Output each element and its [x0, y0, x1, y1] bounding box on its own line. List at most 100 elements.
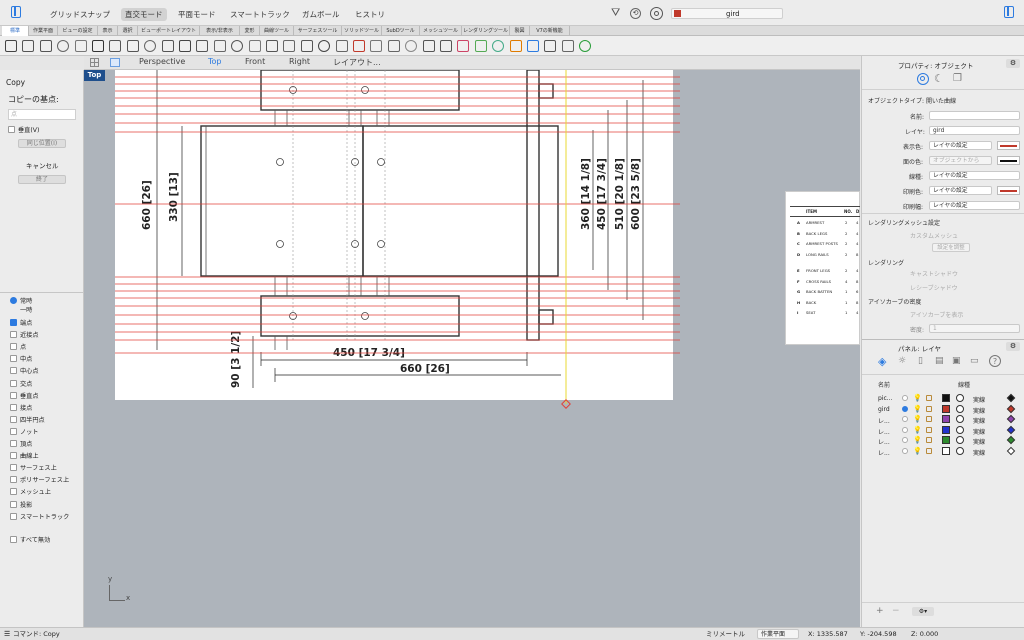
toolbar-tab[interactable]: 製図	[510, 26, 530, 36]
sun-icon[interactable]	[405, 40, 418, 52]
zoom-selected-icon[interactable]	[248, 40, 261, 52]
add-layer-button[interactable]: +	[876, 606, 884, 616]
toolbar-tab[interactable]: 作業平面	[29, 26, 58, 36]
viewport-tab[interactable]: Front	[245, 57, 265, 66]
print-color-diamond-icon[interactable]	[1006, 393, 1016, 403]
display-color-select[interactable]: レイヤの設定	[929, 141, 992, 150]
import-icon[interactable]	[74, 40, 87, 52]
osnap-option[interactable]: 近接点	[10, 331, 39, 340]
notes-tab-icon[interactable]: ▤	[935, 356, 944, 366]
visibility-bulb-icon[interactable]: 💡	[913, 394, 922, 402]
select-icon[interactable]	[300, 40, 313, 52]
current-layer-radio[interactable]	[902, 437, 908, 443]
print-color-diamond-icon[interactable]	[1006, 414, 1016, 424]
material-circle-icon[interactable]	[956, 425, 964, 434]
layer-linetype[interactable]: 実線	[973, 406, 985, 415]
zoom-window-icon[interactable]	[213, 40, 226, 52]
display-color-swatch[interactable]	[997, 141, 1020, 150]
zoom-extents-icon[interactable]	[231, 40, 244, 52]
grasshopper-icon[interactable]	[579, 40, 592, 52]
osnap-option[interactable]: 頂点	[10, 440, 32, 449]
display-tab-icon[interactable]: ▭	[970, 356, 979, 366]
osnap-option[interactable]: ポリサーフェス上	[10, 476, 69, 485]
hide-icon[interactable]	[370, 40, 383, 52]
osnap-checkbox[interactable]	[10, 440, 17, 447]
osnap-option[interactable]: 投影	[10, 500, 32, 510]
topbar-toggle-button[interactable]: グリッドスナップ	[46, 8, 114, 21]
osnap-checkbox[interactable]	[10, 512, 17, 520]
vertical-checkbox[interactable]	[8, 126, 15, 133]
osnap-option[interactable]: 点	[10, 343, 26, 352]
undo-view-icon[interactable]: ⟲	[630, 8, 641, 19]
toolbar-tab[interactable]: 選択	[118, 26, 138, 36]
vertical-option[interactable]: 垂直(V)	[8, 126, 39, 135]
material-icon[interactable]: ☾	[934, 73, 944, 85]
layer-color-swatch[interactable]	[942, 404, 950, 413]
layer-linetype[interactable]: 実線	[973, 416, 985, 425]
command-input[interactable]: 点	[8, 109, 76, 120]
layer-select[interactable]: gird	[929, 126, 1020, 135]
pan-icon[interactable]	[161, 40, 174, 52]
car-icon[interactable]	[353, 40, 365, 52]
material-icon[interactable]	[492, 40, 505, 52]
osnap-option[interactable]: ノット	[10, 427, 38, 437]
viewport-tab[interactable]: Top	[208, 57, 222, 66]
toolbar-tab[interactable]: ビューポートレイアウト	[138, 26, 200, 36]
osnap-option[interactable]: 曲線上	[10, 452, 39, 461]
topbar-toggle-button[interactable]: スマートトラック	[226, 8, 294, 21]
osnap-checkbox[interactable]	[10, 319, 17, 326]
layer-linetype[interactable]: 実線	[973, 437, 985, 446]
osnap-option[interactable]: メッシュ上	[10, 488, 51, 497]
lock-icon[interactable]	[926, 416, 932, 422]
material-circle-icon[interactable]	[956, 436, 964, 444]
topbar-toggle-button[interactable]: 直交モード	[121, 8, 167, 21]
viewport-tab[interactable]: レイアウト...	[333, 57, 381, 68]
visibility-bulb-icon[interactable]: 💡	[913, 405, 922, 413]
layer-linetype[interactable]: 実線	[973, 448, 985, 457]
osnap-option[interactable]: 中心点	[10, 367, 39, 376]
osnap-checkbox[interactable]	[10, 415, 17, 423]
help-icon[interactable]: ?	[989, 355, 1001, 367]
open-file-icon[interactable]	[22, 40, 35, 52]
receive-shadows-option[interactable]: レシーブシャドウ	[910, 283, 958, 292]
rotate-view-icon[interactable]	[179, 40, 191, 52]
linetype-select[interactable]: レイヤの設定	[929, 171, 1020, 180]
print-width-select[interactable]: レイヤの設定	[929, 201, 1020, 210]
current-layer-radio[interactable]	[902, 405, 908, 412]
topbar-toggle-button[interactable]: ヒストリ	[351, 8, 389, 21]
face-color-select[interactable]: オブジェクトから	[929, 156, 992, 165]
toolbar-tab[interactable]: サーフェスツール	[294, 26, 342, 36]
move-icon[interactable]	[387, 40, 400, 52]
set-view-icon[interactable]	[266, 40, 278, 52]
visibility-bulb-icon[interactable]: 💡	[913, 426, 922, 434]
print-color-diamond-icon[interactable]	[1006, 425, 1016, 434]
paste-icon[interactable]	[126, 40, 139, 52]
viewport-tab[interactable]: Right	[289, 57, 310, 66]
save-icon[interactable]	[39, 40, 52, 52]
print-color-diamond-icon[interactable]	[1006, 435, 1016, 445]
toolbar-tab[interactable]: 標準	[2, 26, 29, 36]
paint-icon[interactable]	[457, 40, 470, 52]
current-layer-radio[interactable]	[902, 416, 908, 422]
current-layer-radio[interactable]	[902, 447, 908, 454]
settings-icon[interactable]	[561, 40, 574, 52]
osnap-option[interactable]: スマートトラック	[10, 512, 69, 522]
layer-options-gear-icon[interactable]: ⚙▾	[912, 607, 934, 616]
disable-all-option[interactable]: すべて無効	[10, 536, 50, 545]
toolbar-tab[interactable]: ビューの設定	[58, 26, 98, 36]
snap-icon[interactable]	[544, 40, 557, 52]
topbar-toggle-button[interactable]: ガムボール	[298, 8, 344, 21]
lock-icon[interactable]	[926, 447, 932, 454]
osnap-once-radio[interactable]: 一時	[20, 307, 32, 315]
toolbar-tab[interactable]: 表示/非表示	[200, 26, 240, 36]
layers-tab-icon[interactable]: ◈	[878, 355, 886, 368]
cplane-select[interactable]: 作業平面	[757, 629, 799, 639]
osnap-checkbox[interactable]	[10, 427, 17, 435]
show-isocurves-option[interactable]: アイソカーブを表示	[910, 310, 963, 319]
layer-icon[interactable]	[318, 40, 331, 52]
layer-color-swatch[interactable]	[942, 415, 950, 423]
done-button[interactable]: 終了	[18, 175, 66, 184]
print-color-swatch[interactable]	[997, 186, 1020, 195]
material-circle-icon[interactable]	[956, 446, 964, 455]
print-color-diamond-icon[interactable]	[1006, 446, 1016, 455]
